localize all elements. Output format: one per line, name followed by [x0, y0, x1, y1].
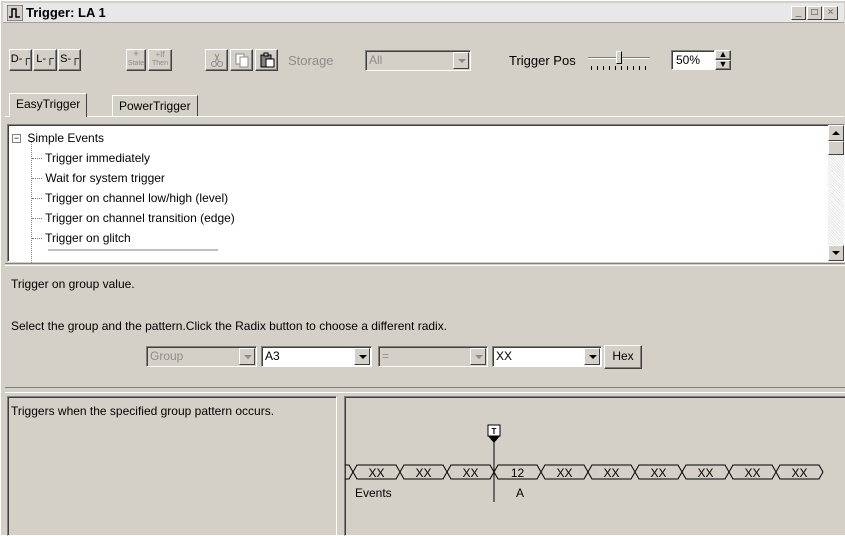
chevron-down-icon: [470, 348, 486, 365]
scroll-up-icon[interactable]: [828, 125, 844, 141]
trigger-pos-label: Trigger Pos: [509, 53, 576, 68]
bus-segment-label: XX: [650, 466, 666, 480]
window-title: Trigger: LA 1: [26, 5, 106, 20]
state-label: State: [127, 60, 145, 67]
trigger-pos-spinner[interactable]: ▲ ▼: [715, 50, 731, 70]
storage-select[interactable]: All: [365, 50, 471, 71]
tree-item[interactable]: Trigger on glitch: [32, 231, 131, 245]
chevron-down-icon: [354, 348, 370, 365]
s-trigger-button[interactable]: S-┌: [58, 49, 81, 71]
bus-segment-label: XX: [368, 466, 384, 480]
splitter-top[interactable]: [5, 263, 845, 266]
waveform-diagram: XX XX XX 12 XX XX XX XX XX XX T Events A: [345, 424, 824, 502]
tree-item-label: Trigger on channel transition (edge): [45, 211, 235, 225]
description-panel: Triggers when the specified group patter…: [7, 396, 337, 536]
event-tree[interactable]: − Simple Events Trigger immediately Wait…: [7, 124, 845, 263]
pattern-input[interactable]: XX: [492, 346, 602, 367]
title-bar[interactable]: Trigger: LA 1 _ □ ×: [3, 3, 844, 23]
scissors-icon: [210, 53, 223, 67]
slider-thumb[interactable]: [616, 51, 622, 64]
group-value: Group: [150, 349, 184, 363]
tree-root-label: Simple Events: [27, 131, 105, 145]
paste-button[interactable]: [255, 49, 278, 71]
group-select[interactable]: Group: [146, 346, 257, 367]
operator-value: =: [382, 349, 390, 363]
state-button[interactable]: + State: [126, 49, 146, 71]
storage-value: All: [369, 53, 383, 67]
channel-select[interactable]: A3: [261, 346, 372, 367]
radix-button[interactable]: Hex: [604, 345, 642, 369]
scroll-thumb[interactable]: [828, 141, 844, 155]
if-then-button[interactable]: +If Then: [148, 49, 172, 71]
tree-item-label: Trigger on channel low/high (level): [45, 191, 229, 205]
events-label: Events: [355, 486, 392, 500]
bus-segment-label: XX: [744, 466, 760, 480]
trigger-marker-pointer: [488, 436, 500, 443]
trigger-app-icon: [7, 5, 23, 21]
description-text: Triggers when the specified group patter…: [11, 404, 275, 418]
l-trigger-button[interactable]: L-┌: [33, 49, 57, 71]
bus-segment-label: 12: [511, 466, 525, 480]
maximize-button[interactable]: □: [807, 6, 822, 20]
tree-item-label: Wait for system trigger: [45, 171, 165, 185]
slider-ticks: [591, 66, 649, 70]
waveform-panel: XX XX XX 12 XX XX XX XX XX XX T Events A: [344, 396, 845, 536]
tree-scrollbar[interactable]: [828, 125, 844, 261]
pattern-value: XX: [496, 349, 513, 363]
tab-easytrigger[interactable]: EasyTrigger: [9, 93, 88, 117]
chevron-down-icon: [239, 348, 255, 365]
if-then-top-label: +If: [155, 50, 165, 59]
trigger-pos-input[interactable]: 50%: [671, 50, 715, 70]
tree-item[interactable]: Trigger immediately: [32, 151, 150, 165]
copy-button[interactable]: [230, 49, 253, 71]
tree-item[interactable]: Trigger on channel low/high (level): [32, 191, 228, 205]
selection-highlight: [48, 249, 218, 251]
trigger-event-label: A: [516, 486, 524, 500]
scroll-down-icon[interactable]: [828, 245, 844, 261]
close-button[interactable]: ×: [823, 6, 838, 20]
tree-item-label: Trigger immediately: [45, 151, 151, 165]
bus-segment-label: XX: [415, 466, 431, 480]
d-trigger-button[interactable]: D-┌: [9, 49, 32, 71]
trigger-pos-slider[interactable]: [586, 49, 654, 71]
bus-segment-label: XX: [603, 466, 619, 480]
cut-button[interactable]: [205, 49, 228, 71]
tab-panel-border: [5, 116, 844, 117]
storage-label: Storage: [288, 53, 334, 68]
minimize-button[interactable]: _: [791, 6, 806, 20]
chevron-down-icon: [453, 52, 469, 69]
chevron-down-icon: [584, 348, 600, 365]
tab-powertrigger[interactable]: PowerTrigger: [112, 95, 198, 117]
tree-item[interactable]: Wait for system trigger: [32, 171, 165, 185]
bus-segment-label: XX: [697, 466, 713, 480]
trigger-marker-label: T: [492, 427, 497, 436]
tree-item-label: Trigger on glitch: [45, 231, 131, 245]
trigger-window: Trigger: LA 1 _ □ × D-┌ L-┌ S-┌ + State …: [0, 0, 845, 536]
paste-icon: [260, 52, 274, 68]
bus-segment-label: XX: [791, 466, 807, 480]
tree-item[interactable]: Trigger on channel transition (edge): [32, 211, 235, 225]
spin-down-icon[interactable]: ▼: [715, 60, 731, 70]
bus-lead-in: [345, 464, 354, 480]
add-icon: +: [133, 49, 139, 60]
copy-icon: [235, 53, 248, 68]
splitter-bottom[interactable]: [5, 387, 845, 393]
channel-value: A3: [265, 349, 280, 363]
config-instructions: Select the group and the pattern.Click t…: [11, 319, 448, 333]
bus-segment-label: XX: [462, 466, 478, 480]
operator-select[interactable]: =: [378, 346, 488, 367]
trigger-pos-value: 50%: [676, 53, 701, 67]
bus-segment-label: XX: [556, 466, 572, 480]
config-heading: Trigger on group value.: [11, 277, 135, 291]
tree-root-simple-events[interactable]: − Simple Events: [12, 131, 104, 145]
collapse-icon[interactable]: −: [12, 134, 21, 144]
if-then-label: Then: [152, 60, 168, 67]
